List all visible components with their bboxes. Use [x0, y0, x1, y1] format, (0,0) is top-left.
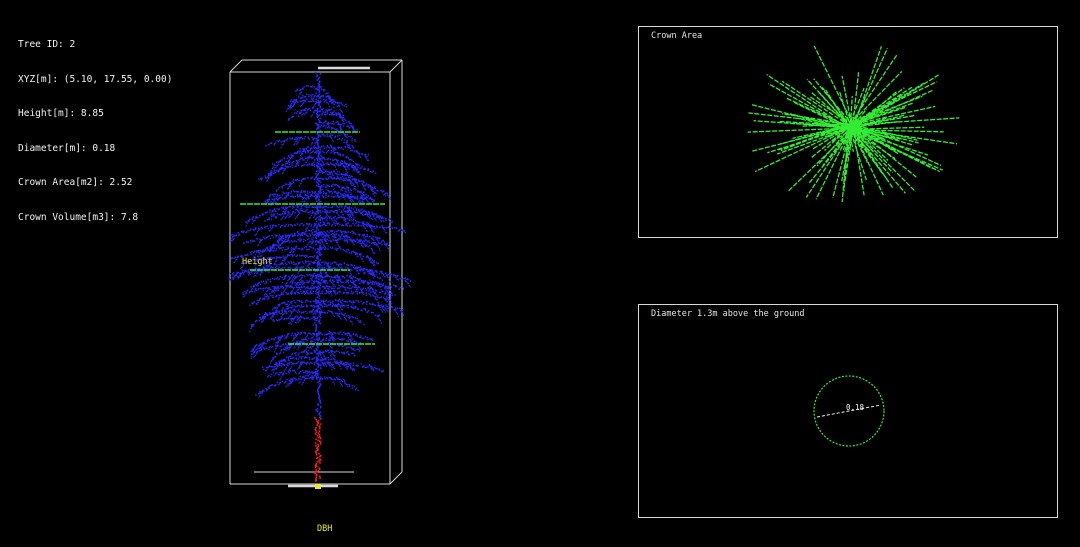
crown-projection-plot [747, 45, 960, 202]
crown-area-panel: Crown Area [638, 26, 1058, 238]
crown-point-cloud [228, 72, 412, 418]
point-cloud-canvas[interactable] [220, 52, 420, 502]
height-text: Height[m]: 8.85 [18, 108, 104, 119]
height-label: Height [242, 257, 273, 267]
crown-rays [747, 45, 960, 202]
tree-info-panel: Tree ID: 2 XYZ[m]: (5.10, 17.55, 0.00) H… [18, 16, 172, 235]
xyz-text: XYZ[m]: (5.10, 17.55, 0.00) [18, 73, 173, 85]
tree-3d-view[interactable]: Height DBH [220, 52, 420, 534]
diameter-text: Diameter[m]: 0.18 [18, 142, 116, 154]
crown-area-text: Crown Area[m2]: 2.52 [18, 177, 133, 188]
diameter-panel: Diameter 1.3m above the ground 0.18 [638, 304, 1058, 518]
diameter-value: 0.18 [846, 403, 865, 412]
dbh-marker [315, 484, 321, 489]
crown-volume-text: Crown Volume[m3]: 7.8 [18, 211, 139, 223]
dbh-axis-label: DBH [317, 524, 333, 534]
tree-id-text: Tree ID: 2 [18, 39, 76, 50]
